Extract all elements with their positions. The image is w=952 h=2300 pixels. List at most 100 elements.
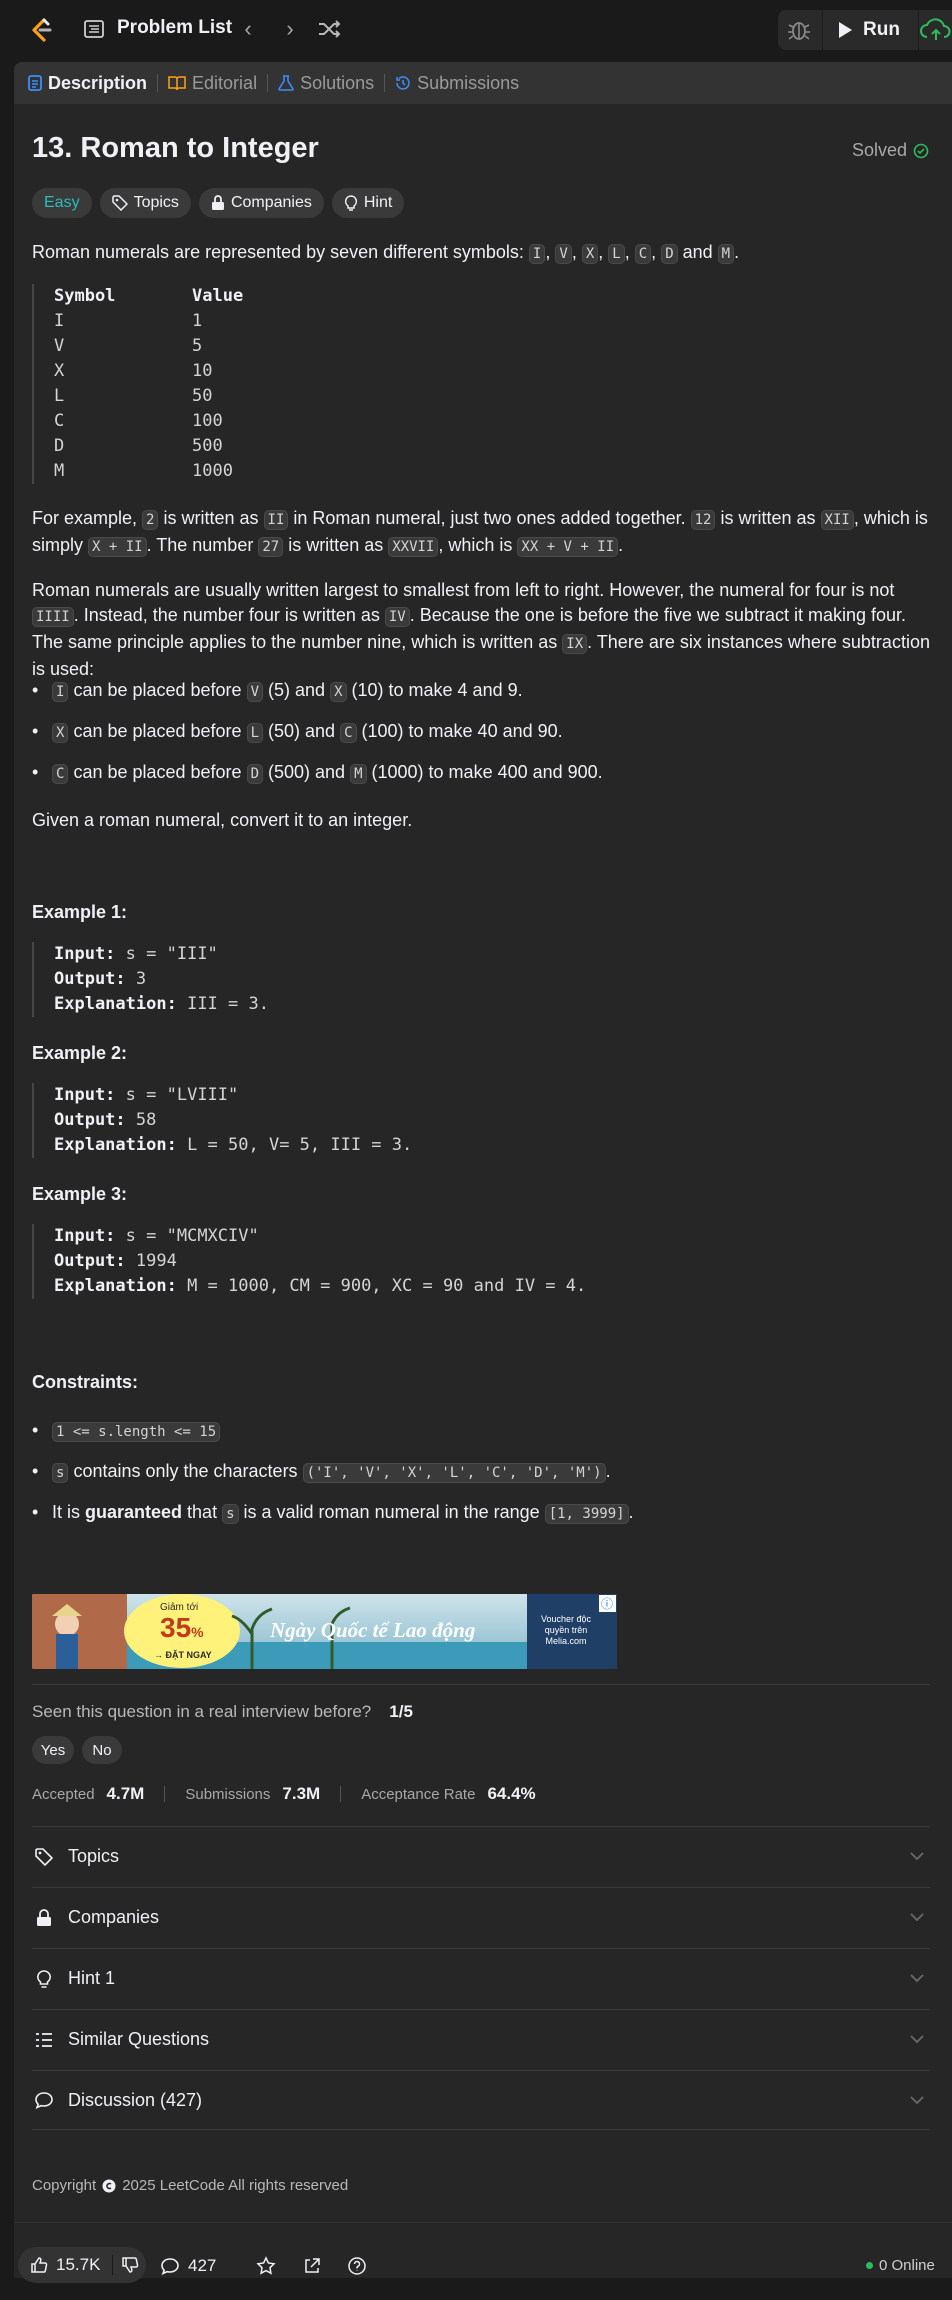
solved-label: Solved xyxy=(852,140,908,160)
example-output: 58 xyxy=(135,1110,157,1130)
tag-icon xyxy=(35,1847,54,1866)
share-button[interactable] xyxy=(302,2254,322,2278)
leetcode-logo-icon[interactable] xyxy=(24,14,56,46)
tab-description[interactable]: Description xyxy=(28,62,147,104)
intro-paragraph: Roman numerals are represented by seven … xyxy=(32,242,740,264)
inline-code: IX xyxy=(562,634,588,654)
chevron-right-icon[interactable]: › xyxy=(278,16,302,42)
para-text: . The number xyxy=(146,535,259,555)
thumbs-up-icon[interactable] xyxy=(30,2256,48,2274)
topics-chip[interactable]: Topics xyxy=(99,188,191,218)
play-icon xyxy=(839,22,852,38)
history-icon xyxy=(396,76,410,90)
table-cell-value: 1000 xyxy=(192,461,233,481)
ad-info-icon[interactable]: ⓘ xyxy=(601,1595,613,1612)
panel-tabs: Description Editorial Solutions Submissi… xyxy=(14,62,952,104)
example-explanation: L = 50, V= 5, III = 3. xyxy=(187,1135,413,1155)
tag-icon xyxy=(111,195,128,211)
inline-code: 1 <= s.length <= 15 xyxy=(52,1422,221,1442)
tab-divider xyxy=(267,74,269,92)
tab-editorial-label: Editorial xyxy=(192,72,258,93)
difficulty-label: Easy xyxy=(44,194,80,211)
table-row: M 1000 xyxy=(54,459,243,484)
submissions-value: 7.3M xyxy=(282,1784,321,1803)
example-explanation: III = 3. xyxy=(187,994,269,1014)
thumbs-down-icon[interactable] xyxy=(121,2256,139,2274)
accordion-discussion[interactable]: Discussion (427) xyxy=(32,2070,930,2130)
tab-submissions[interactable]: Submissions xyxy=(395,62,519,104)
table-cell-symbol: C xyxy=(54,411,65,431)
interview-question: Seen this question in a real interview b… xyxy=(32,1702,413,1722)
hint-chip[interactable]: Hint xyxy=(331,188,405,218)
list-item: I can be placed before V (5) and X (10) … xyxy=(32,678,603,719)
advertisement-banner[interactable]: Giảm tới 35% → ĐẶT NGAY Ngày Quốc tế Lao… xyxy=(32,1594,617,1669)
companies-chip[interactable]: Companies xyxy=(198,188,324,218)
explanation-label: Explanation: xyxy=(54,1276,177,1296)
accordion-hint[interactable]: Hint 1 xyxy=(32,1948,930,2008)
table-row: V5 xyxy=(54,334,243,359)
rule-text: can be placed before xyxy=(68,721,247,741)
table-cell-value: 5 xyxy=(192,336,203,356)
inline-code: C xyxy=(340,723,357,743)
help-button[interactable] xyxy=(347,2254,367,2278)
explanation-label: Explanation: xyxy=(54,1135,177,1155)
interview-ratio: 1/5 xyxy=(389,1702,413,1721)
para-text: Roman numerals are usually written large… xyxy=(32,580,895,600)
table-row: D 500 xyxy=(54,434,243,459)
run-button[interactable]: Run xyxy=(822,10,916,50)
submission-stats: Accepted 4.7M Submissions 7.3M Acceptance … xyxy=(32,1784,536,1804)
like-dislike-group: 15.7K xyxy=(18,2247,146,2283)
inline-code: X xyxy=(330,682,347,702)
chevron-down-icon xyxy=(910,1852,924,1861)
inline-code: IV xyxy=(384,607,410,627)
yes-button[interactable]: Yes xyxy=(32,1736,74,1764)
intro-and-text: and xyxy=(677,242,718,262)
example-2-block: Input: s = "LVIII" Output: 58 Explanatio… xyxy=(32,1083,412,1158)
copyright-label: Copyright xyxy=(32,2177,97,2194)
comments-button[interactable]: 427 xyxy=(160,2254,216,2278)
like-count[interactable]: 15.7K xyxy=(56,2255,100,2275)
inline-code: I xyxy=(52,682,69,702)
no-button[interactable]: No xyxy=(82,1736,122,1764)
inline-code: I xyxy=(528,244,546,264)
task-statement: Given a roman numeral, convert it to an … xyxy=(32,810,413,830)
tab-solutions[interactable]: Solutions xyxy=(278,62,374,104)
example-1-heading: Example 1: xyxy=(32,902,128,922)
favorite-button[interactable] xyxy=(256,2254,276,2278)
tab-solutions-label: Solutions xyxy=(300,72,375,93)
list-item: X can be placed before L (50) and C (100… xyxy=(32,719,603,760)
symbol-value-table: Symbol Value I1 V5 X 10 L 50 C 100 D 500 M 100… xyxy=(32,284,243,484)
constraint-text: that xyxy=(182,1502,223,1522)
debug-button[interactable] xyxy=(778,10,820,50)
inline-code: XXVII xyxy=(388,537,439,557)
ad-badge-percent: 35% xyxy=(160,1612,204,1644)
lightbulb-icon xyxy=(344,194,357,211)
table-cell-symbol: D xyxy=(54,436,65,456)
accordion-topics[interactable]: Topics xyxy=(32,1826,930,1886)
inline-code: C xyxy=(634,244,652,264)
submit-button[interactable] xyxy=(918,10,952,50)
para-text: is written as xyxy=(158,508,264,528)
para-text: in Roman numeral, just two ones added to… xyxy=(288,508,691,528)
topics-chip-label: Topics xyxy=(133,194,179,211)
comment-icon xyxy=(35,2092,53,2110)
example-input: s = "MCMXCIV" xyxy=(125,1226,259,1246)
shuffle-icon[interactable] xyxy=(316,17,342,41)
tab-editorial[interactable]: Editorial xyxy=(168,62,257,104)
ad-cta[interactable]: → ĐẶT NGAY xyxy=(154,1650,212,1660)
copyright-text: 2025 LeetCode All rights reserved xyxy=(122,2177,349,2194)
problem-list-icon[interactable] xyxy=(84,19,104,39)
companies-chip-label: Companies xyxy=(230,194,312,211)
inline-code: II xyxy=(263,510,289,530)
chevron-left-icon[interactable]: ‹ xyxy=(236,16,260,42)
tag-chips: Easy Topics Companies Hint xyxy=(32,188,405,218)
bug-icon xyxy=(788,22,810,40)
accordion-similar-questions[interactable]: Similar Questions xyxy=(32,2009,930,2069)
ad-headline: Ngày Quốc tế Lao động xyxy=(270,1618,476,1642)
accordion-companies[interactable]: Companies xyxy=(32,1887,930,1947)
problem-list-link[interactable]: Problem List xyxy=(117,17,232,39)
example-output: 3 xyxy=(135,969,147,989)
lightbulb-icon xyxy=(37,1969,51,1988)
example-input: s = "III" xyxy=(125,944,218,964)
tab-divider xyxy=(157,74,159,92)
